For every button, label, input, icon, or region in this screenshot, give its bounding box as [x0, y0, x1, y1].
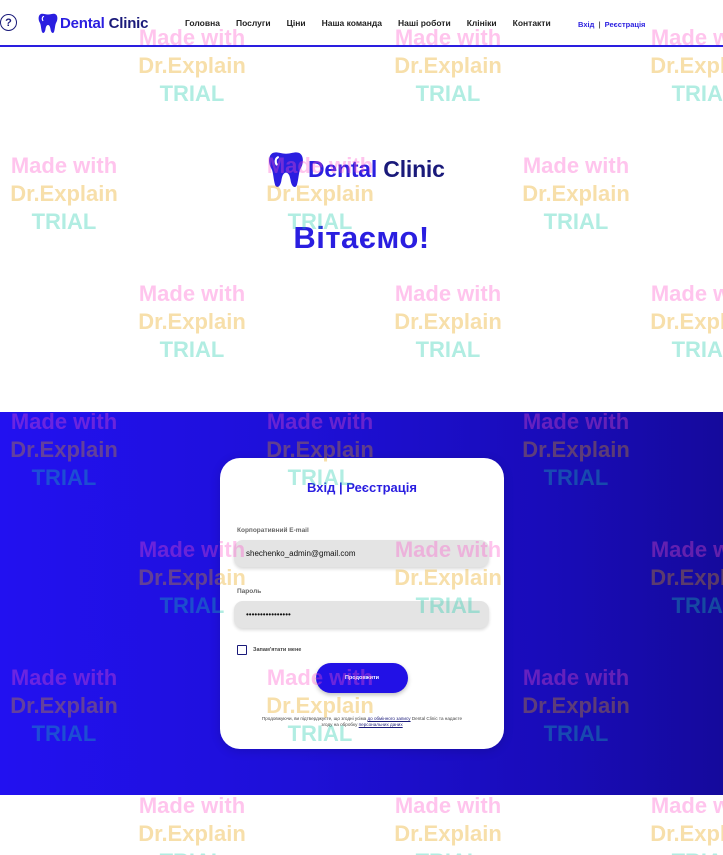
- watermark-line3: TRIAL: [384, 848, 512, 855]
- watermark-line3: TRIAL: [415, 81, 481, 106]
- terms-link[interactable]: до обмінного запису: [367, 716, 410, 721]
- help-icon[interactable]: ?: [0, 14, 17, 31]
- watermark-line3: TRIAL: [415, 337, 481, 362]
- nav-item-works[interactable]: Наші роботи: [398, 18, 451, 28]
- nav-item-contacts[interactable]: Контакти: [513, 18, 551, 28]
- watermark-line1: Made with: [10, 153, 118, 178]
- nav-item-team[interactable]: Наша команда: [322, 18, 382, 28]
- logo-text: Dental Clinic: [60, 15, 148, 32]
- checkbox-icon[interactable]: [237, 645, 247, 655]
- password-field[interactable]: ••••••••••••••••: [234, 601, 489, 628]
- hero-logo-word-clinic: Clinic: [383, 155, 445, 182]
- nav-item-clinics[interactable]: Клініки: [467, 18, 497, 28]
- login-link[interactable]: Вхід: [578, 20, 594, 29]
- watermark-line2: Dr.Explain: [650, 53, 723, 78]
- watermark-line1: Made with: [138, 793, 246, 818]
- login-card-title: Вхід | Реєстрація: [307, 480, 417, 495]
- watermark-line2: Dr.Explain: [650, 821, 723, 846]
- trial-watermark: Made with Dr.Explain TRIAL: [640, 280, 723, 364]
- email-field[interactable]: shechenko_admin@gmail.com: [234, 540, 489, 567]
- trial-watermark: Made with Dr.Explain TRIAL: [128, 792, 256, 855]
- tooth-icon: [38, 13, 58, 33]
- terms-prefix: Продовжуючи, ви підтверджуєте, що згодні…: [261, 716, 367, 721]
- watermark-line1: Made with: [650, 793, 723, 818]
- auth-links: Вхід | Реєстрація: [578, 20, 645, 29]
- welcome-heading: Вітаємо!: [293, 220, 430, 255]
- trial-watermark: Made with Dr.Explain TRIAL: [384, 792, 512, 855]
- remember-me-label: Запам'ятати мене: [253, 647, 302, 653]
- continue-button[interactable]: Продовжити: [316, 663, 408, 693]
- logo-word-dental: Dental: [60, 14, 105, 32]
- watermark-line1: Made with: [394, 793, 502, 818]
- watermark-line1: Made with: [394, 281, 502, 306]
- nav-item-services[interactable]: Послуги: [236, 18, 271, 28]
- logo-word-clinic: Clinic: [108, 14, 149, 32]
- hero-logo-text: Dental Clinic: [308, 156, 445, 183]
- trial-watermark: Made with Dr.Explain TRIAL: [640, 792, 723, 855]
- watermark-line1: Made with: [650, 281, 723, 306]
- watermark-line3: TRIAL: [159, 337, 225, 362]
- auth-separator: |: [598, 20, 601, 29]
- email-label: Корпоративний E-mail: [237, 527, 309, 534]
- register-link[interactable]: Реєстрація: [605, 20, 646, 29]
- nav-item-home[interactable]: Головна: [185, 18, 220, 28]
- watermark-line2: Dr.Explain: [138, 821, 246, 846]
- trial-watermark: Made with Dr.Explain TRIAL: [384, 280, 512, 364]
- watermark-line3: TRIAL: [640, 848, 723, 855]
- watermark-line2: Dr.Explain: [394, 53, 502, 78]
- hero-logo: Dental Clinic: [268, 149, 445, 189]
- watermark-line2: Dr.Explain: [522, 181, 630, 206]
- nav-item-prices[interactable]: Ціни: [287, 18, 306, 28]
- watermark-line1: Made with: [138, 281, 246, 306]
- watermark-line3: TRIAL: [671, 81, 723, 106]
- header-logo[interactable]: Dental Clinic: [38, 12, 148, 34]
- site-header: ? Dental Clinic Головна Послуги Ціни Наш…: [0, 0, 723, 47]
- watermark-line3: TRIAL: [128, 848, 256, 855]
- hero-logo-word-dental: Dental: [308, 155, 378, 182]
- trial-watermark: Made with Dr.Explain TRIAL: [128, 280, 256, 364]
- watermark-line1: Made with: [522, 153, 630, 178]
- watermark-line2: Dr.Explain: [394, 821, 502, 846]
- login-card: Вхід | Реєстрація Корпоративний E-mail s…: [220, 458, 504, 749]
- watermark-line2: Dr.Explain: [138, 53, 246, 78]
- watermark-line2: Dr.Explain: [394, 309, 502, 334]
- watermark-line2: Dr.Explain: [10, 181, 118, 206]
- password-label: Пароль: [237, 588, 262, 595]
- watermark-line3: TRIAL: [671, 337, 723, 362]
- tooth-icon: [269, 152, 303, 187]
- terms-notice: Продовжуючи, ви підтверджуєте, що згодні…: [260, 716, 464, 728]
- remember-me[interactable]: Запам'ятати мене: [237, 645, 301, 655]
- privacy-link[interactable]: персональних даних: [359, 722, 403, 727]
- watermark-line2: Dr.Explain: [650, 309, 723, 334]
- watermark-line2: Dr.Explain: [138, 309, 246, 334]
- watermark-line3: TRIAL: [159, 81, 225, 106]
- main-nav: Головна Послуги Ціни Наша команда Наші р…: [185, 18, 567, 28]
